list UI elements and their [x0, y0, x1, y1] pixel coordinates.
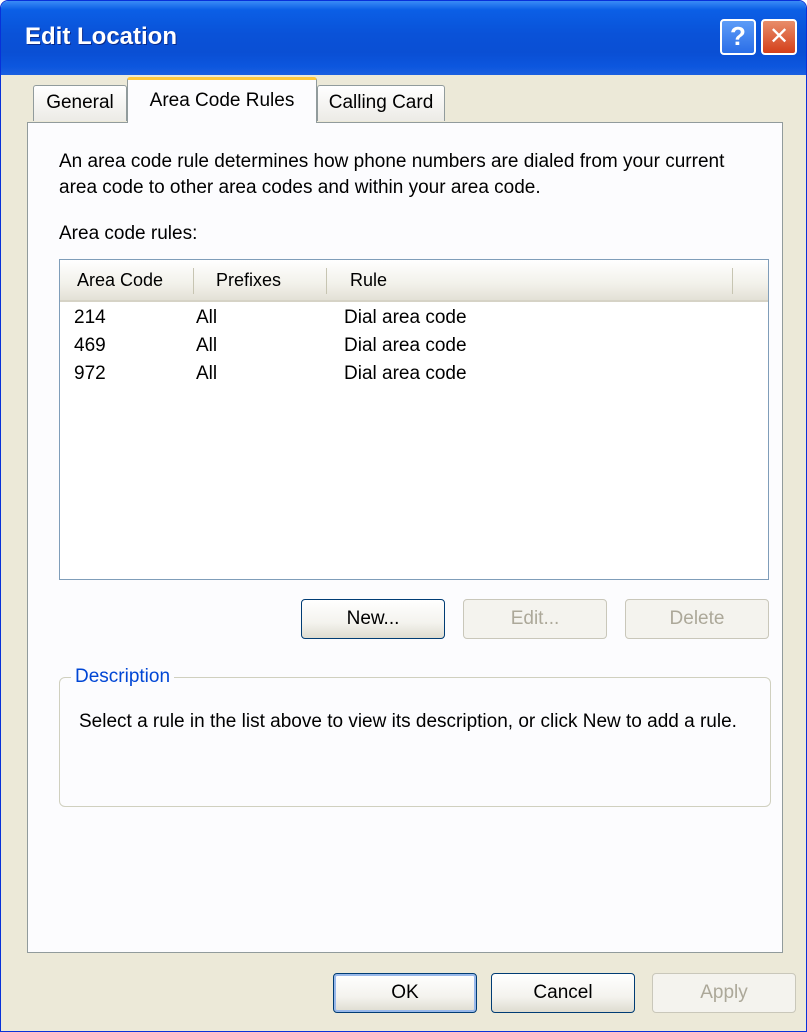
close-icon: ✕ [768, 22, 790, 50]
edit-rule-button[interactable]: Edit... [463, 599, 607, 639]
description-text: Select a rule in the list above to view … [79, 711, 737, 732]
help-button[interactable]: ? [720, 19, 756, 55]
list-header: Area Code Prefixes Rule [60, 260, 768, 302]
area-code-rules-list[interactable]: Area Code Prefixes Rule 214 All Dial are… [59, 259, 769, 580]
area-code-cell: 972 [74, 363, 106, 384]
table-row[interactable]: 214 All Dial area code [60, 304, 766, 332]
description-groupbox [59, 677, 771, 807]
area-code-rules-label: Area code rules: [59, 223, 198, 244]
column-header-area-code[interactable]: Area Code [77, 260, 195, 300]
tab-calling-card[interactable]: Calling Card [317, 85, 445, 121]
cancel-button[interactable]: Cancel [491, 973, 635, 1013]
column-header-rule[interactable]: Rule [350, 260, 730, 300]
title-bar[interactable]: Edit Location ? ✕ [1, 1, 806, 75]
description-title: Description [71, 665, 175, 689]
rule-cell: Dial area code [344, 335, 467, 356]
prefixes-cell: All [196, 335, 218, 356]
tab-general[interactable]: General [33, 85, 127, 121]
prefixes-cell: All [196, 307, 218, 328]
area-code-cell: 214 [74, 307, 106, 328]
column-divider[interactable] [326, 268, 327, 294]
edit-location-dialog: Edit Location ? ✕ General Area Code Rule… [0, 0, 807, 1032]
tab-area-code-rules[interactable]: Area Code Rules [127, 77, 317, 123]
column-divider[interactable] [193, 268, 194, 294]
close-button[interactable]: ✕ [761, 19, 797, 55]
prefixes-cell: All [196, 363, 218, 384]
column-header-prefixes[interactable]: Prefixes [216, 260, 324, 300]
help-icon: ? [730, 21, 746, 51]
ok-button[interactable]: OK [333, 973, 477, 1013]
table-row[interactable]: 469 All Dial area code [60, 332, 766, 360]
column-divider[interactable] [732, 268, 733, 294]
delete-rule-button[interactable]: Delete [625, 599, 769, 639]
table-row[interactable]: 972 All Dial area code [60, 360, 766, 388]
rule-cell: Dial area code [344, 307, 467, 328]
window-title: Edit Location [25, 23, 177, 50]
intro-text: An area code rule determines how phone n… [59, 151, 725, 198]
apply-button[interactable]: Apply [652, 973, 796, 1013]
area-code-cell: 469 [74, 335, 106, 356]
rule-cell: Dial area code [344, 363, 467, 384]
new-rule-button[interactable]: New... [301, 599, 445, 639]
